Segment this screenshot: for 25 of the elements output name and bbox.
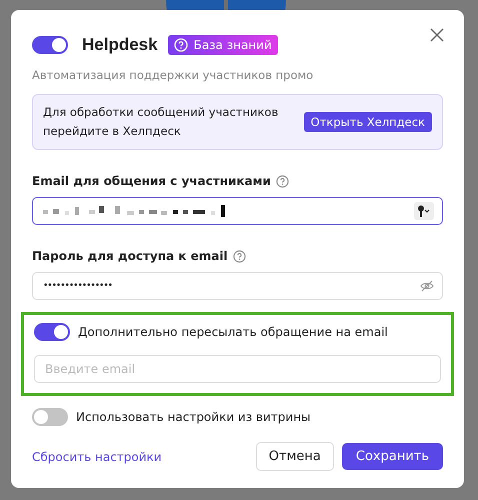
dialog-title: Helpdesk [82,35,158,55]
key-icon [417,205,431,217]
reset-settings-link[interactable]: Сбросить настройки [32,450,162,464]
cancel-button[interactable]: Отмена [256,442,334,471]
email-field[interactable] [32,197,443,225]
toggle-label: Использовать настройки из витрины [76,410,311,424]
help-icon[interactable] [232,250,246,262]
toggle-label: Дополнительно пересылать обращение на email [78,325,388,339]
notice-text: Для обработки сообщений участников перейдите в Хелпдеск [43,104,280,140]
knowledge-base-link[interactable]: База знаний [168,35,278,55]
toggle-switch[interactable] [34,323,70,341]
dialog-subtitle: Автоматизация поддержки участников промо [32,68,314,82]
field-label: Email для общения с участниками [32,174,271,188]
close-icon[interactable] [430,28,444,42]
email-input-field[interactable]: Введите email [34,355,441,383]
help-icon [174,38,188,52]
help-icon[interactable] [276,174,289,188]
hidden-eye-icon[interactable] [420,280,434,292]
password-field[interactable]: •••••••••••••••• [32,272,443,300]
toggle-switch[interactable] [32,408,68,426]
password-manager-button[interactable] [414,202,434,220]
field-label: Пароль для доступа к email [32,249,228,263]
save-button[interactable]: Сохранить [342,443,443,470]
toggle-switch[interactable] [32,36,68,54]
open-helpdesk-button[interactable]: Открыть Хелпдеск [304,112,432,132]
